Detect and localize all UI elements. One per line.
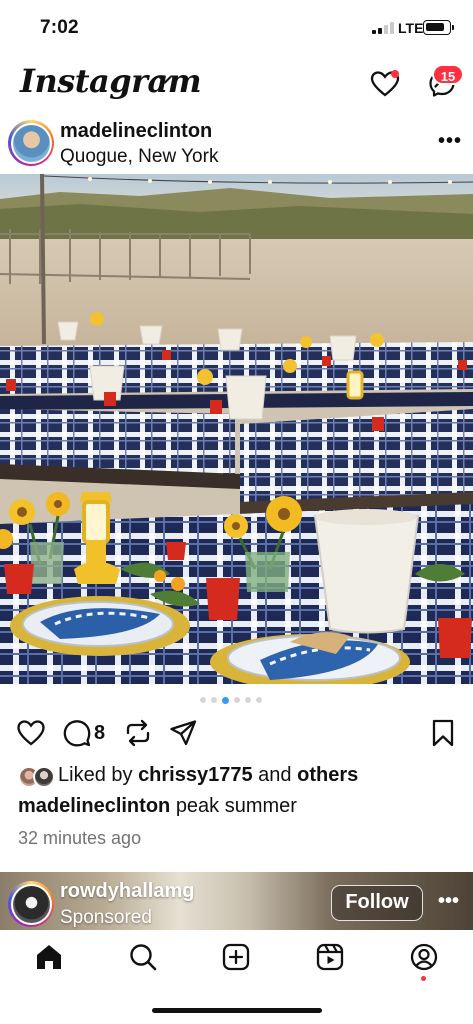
bookmark-icon[interactable] xyxy=(430,718,460,748)
more-options-icon[interactable]: ••• xyxy=(438,130,462,153)
instagram-logo[interactable]: Instagram xyxy=(20,62,202,100)
repost-icon[interactable] xyxy=(123,718,153,748)
home-icon[interactable] xyxy=(34,942,64,972)
post-location[interactable]: Quogue, New York xyxy=(60,146,218,168)
profile-icon[interactable] xyxy=(409,942,439,972)
messages-badge: 15 xyxy=(432,64,464,85)
status-time: 7:02 xyxy=(40,17,79,38)
liker-username[interactable]: chrissy1775 xyxy=(138,764,253,786)
like-heart-icon[interactable] xyxy=(16,718,46,748)
post-username[interactable]: madelineclinton xyxy=(60,120,212,143)
notification-dot xyxy=(391,70,399,78)
follow-button[interactable]: Follow xyxy=(331,885,423,921)
sponsored-label: Sponsored xyxy=(60,907,152,928)
caption-username[interactable]: madelineclinton xyxy=(18,795,170,817)
next-post-username[interactable]: rowdyhallamg xyxy=(60,880,194,903)
post-header: madelineclinton Quogue, New York ••• xyxy=(0,112,473,174)
likes-text: Liked by chrissy1775 and others xyxy=(58,764,359,786)
next-post-header: rowdyhallamg Sponsored Follow ••• xyxy=(0,872,473,930)
signal-strength-icon xyxy=(372,22,394,34)
search-icon[interactable] xyxy=(128,942,158,972)
chevron-down-icon[interactable] xyxy=(158,72,172,90)
likes-row[interactable]: Liked by chrissy1775 and others xyxy=(18,764,468,790)
liker-avatar xyxy=(33,766,55,788)
post-actions: 8 xyxy=(0,712,473,756)
likers-others-link[interactable]: others xyxy=(297,764,358,786)
home-indicator[interactable] xyxy=(152,1008,322,1013)
post-photo[interactable] xyxy=(0,174,473,684)
more-options-icon[interactable]: ••• xyxy=(438,890,459,913)
network-label: LTE xyxy=(398,20,424,36)
profile-notification-dot xyxy=(421,976,426,981)
comment-count[interactable]: 8 xyxy=(94,722,105,745)
send-icon[interactable] xyxy=(168,718,198,748)
app-header: Instagram xyxy=(0,58,473,112)
comment-icon[interactable] xyxy=(62,718,92,748)
plus-square-icon[interactable] xyxy=(221,942,251,972)
battery-icon xyxy=(423,20,454,35)
avatar[interactable] xyxy=(8,881,54,927)
reels-icon[interactable] xyxy=(315,942,345,972)
post-caption: madelineclinton peak summer xyxy=(18,795,297,818)
post-timestamp: 32 minutes ago xyxy=(18,828,142,848)
avatar[interactable] xyxy=(8,120,54,166)
status-bar: 7:02 LTE xyxy=(0,0,473,56)
caption-text: peak summer xyxy=(175,795,297,817)
